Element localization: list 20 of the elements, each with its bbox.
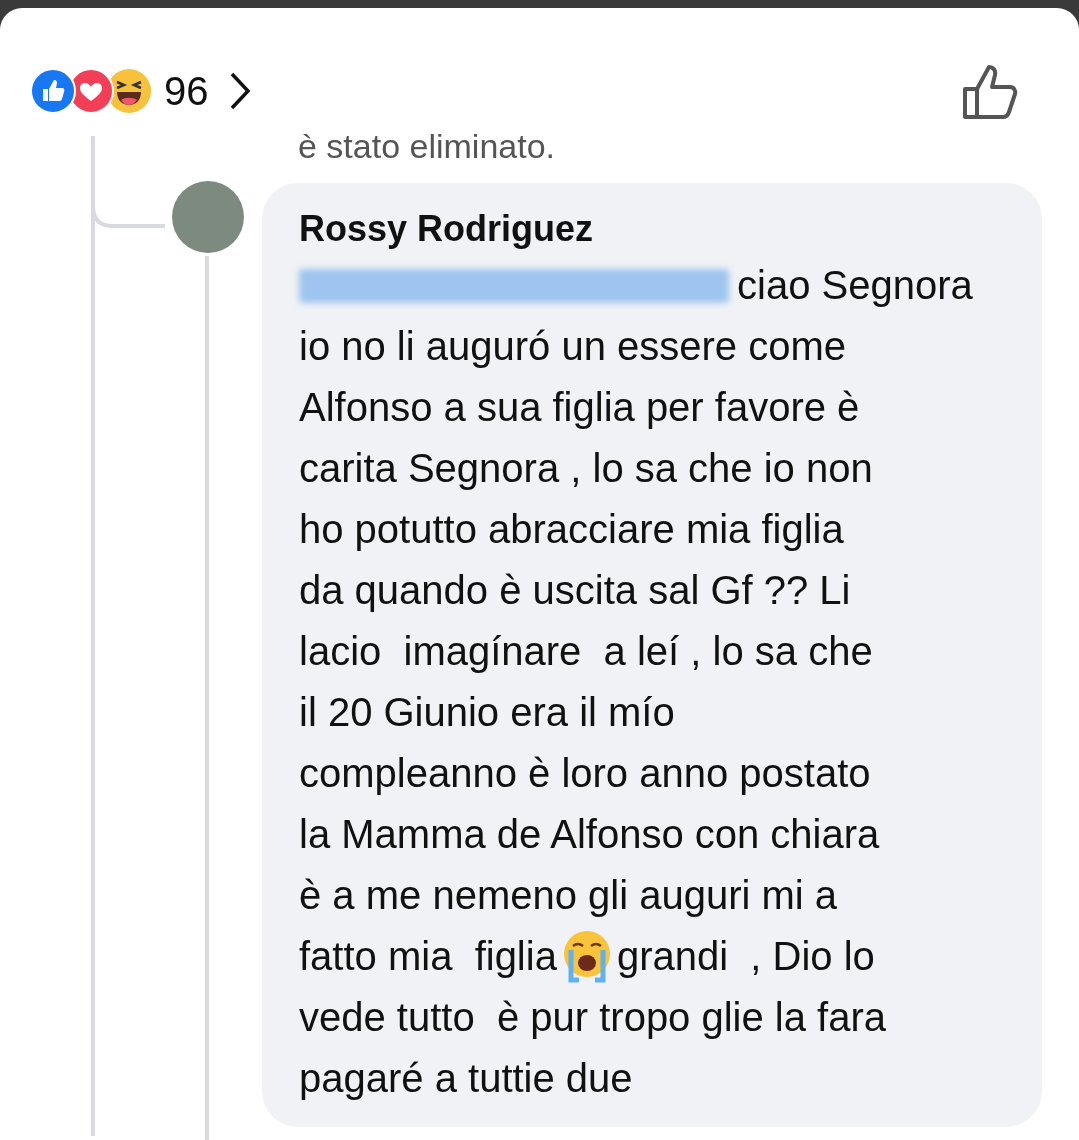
comment-author[interactable]: Rossy Rodriguez [299, 205, 1022, 253]
like-reaction-icon [30, 68, 76, 114]
comment-text: grandi , Dio lo [616, 933, 875, 980]
comment-text: pagaré a tuttie due [299, 1055, 633, 1102]
comment-text: la Mamma de Alfonso con chiara [299, 811, 880, 858]
deleted-comment-notice: è stato eliminato. [298, 126, 557, 166]
comment-text: vede tutto è pur tropo glie la fara [299, 994, 887, 1041]
comment-text: Alfonso a sua figlia per favore è [299, 384, 860, 431]
comment-text: fatto mia figlia [299, 933, 557, 980]
comment-text: ciao Segnora [737, 262, 973, 309]
comment-text: ho potutto abracciare mia figlia [299, 506, 844, 553]
comment-text: compleanno è loro anno postato [299, 750, 871, 797]
chevron-right-icon[interactable] [228, 71, 251, 111]
comment-text: il 20 Giunio era il mío [299, 689, 675, 736]
comment-text: lacio imagínare a leí , lo sa che [299, 628, 873, 675]
reaction-count[interactable]: 96 [164, 61, 209, 121]
comment-text: da quando è uscita sal Gf ?? Li [299, 567, 851, 614]
comment-text: io no li auguró un essere come [299, 323, 846, 370]
comment-text: carita Segnora , lo sa che io non [299, 445, 873, 492]
comment-text: è a me nemeno gli auguri mi a [299, 872, 838, 919]
